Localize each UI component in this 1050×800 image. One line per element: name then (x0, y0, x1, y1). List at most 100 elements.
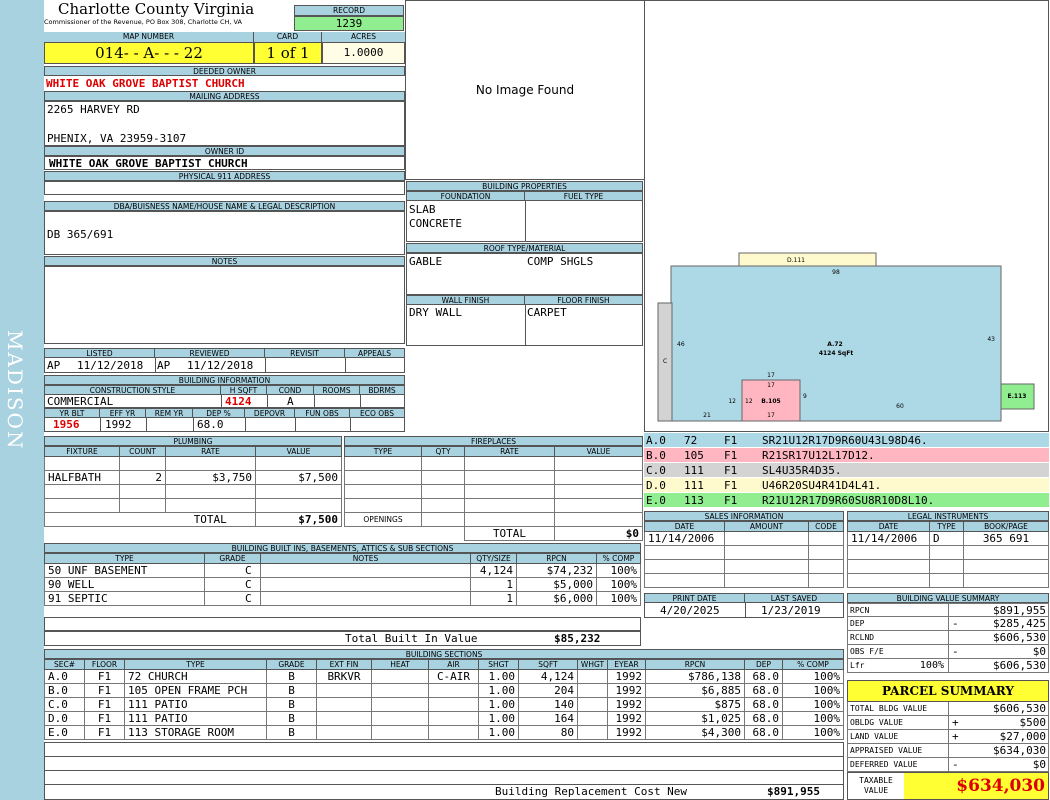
sales-date-header: DATE (644, 521, 725, 532)
acres-label: ACRES (322, 32, 405, 42)
legal-row: 11/14/2006 D 365 691 (847, 531, 1049, 546)
built-in-qty: 1 (470, 591, 517, 606)
listed-by: AP (47, 359, 61, 372)
section-floor: F1 (84, 669, 125, 684)
sketch-dim-12a: 12 (728, 398, 736, 405)
section-eyear: 1992 (607, 683, 646, 698)
section-floor: F1 (84, 711, 125, 726)
section-rpcn: $4,300 (645, 725, 745, 740)
floor-header: FLOOR (84, 659, 125, 670)
grade-header: GRADE (266, 659, 317, 670)
section-heat (371, 683, 429, 698)
section-sec: B.0 (44, 683, 85, 698)
built-in-rpcn: $6,000 (516, 591, 597, 606)
print-date-label: PRINT DATE (645, 594, 745, 602)
section-dep: 68.0 (744, 697, 783, 712)
value-summary-row: RPCN $891,955 (847, 603, 1049, 617)
parcel-summary-sign: + (952, 716, 959, 729)
fireplace-rate-header: RATE (464, 446, 555, 457)
built-in-grade: C (204, 563, 261, 578)
sketch-section-d (738, 252, 877, 268)
parcel-summary-row: DEFERRED VALUE - $0 (847, 758, 1049, 772)
parcel-summary-row: LAND VALUE + $27,000 (847, 730, 1049, 744)
section-comp: 100% (782, 669, 844, 684)
value-summary-value-cell: - $0 (948, 645, 1048, 658)
section-air: C-AIR (428, 669, 479, 684)
built-in-qty: 4,124 (470, 563, 517, 578)
print-date: 4/20/2025 (660, 604, 720, 617)
value-summary-value: $285,425 (993, 617, 1046, 630)
built-ins-total-label: Total Built In Value (345, 632, 478, 645)
plumbing-title: PLUMBING (44, 436, 342, 446)
legend-code: 111 (684, 479, 704, 492)
fireplace-qty-header: QTY (421, 446, 465, 457)
sketch-label-a: A.72 (827, 341, 842, 348)
parcel-summary-sign: + (952, 730, 959, 743)
legend-floor: F1 (724, 434, 738, 447)
section-sec: D.0 (44, 711, 85, 726)
section-shgt: 1.00 (478, 669, 519, 684)
reviewed-date: 11/12/2018 (187, 359, 254, 372)
parcel-summary-label: OBLDG VALUE (850, 718, 903, 727)
notes-box (44, 266, 405, 344)
fireplace-total-label: TOTAL (464, 526, 555, 541)
bi-qty-header: QTY/SIZE (470, 553, 517, 564)
card-label: CARD (254, 32, 322, 42)
dba-value: DB 365/691 (47, 228, 114, 241)
value-summary-value: $0 (1032, 645, 1046, 658)
value-summary-label: OBS F/E (850, 647, 884, 656)
legal-type-header: TYPE (929, 521, 964, 532)
built-in-type: 50 UNF BASEMENT (44, 563, 205, 578)
section-grade: B (266, 725, 317, 740)
parcel-summary-value: $0 (1032, 758, 1046, 771)
reviewed-label: REVIEWED (155, 349, 265, 357)
legend-vectors: R21SR17U12L17D12. (762, 449, 875, 462)
depovr-label: DEPOVR (245, 409, 295, 417)
parcel-summary-value: $634,030 (993, 744, 1046, 757)
sketch-dim-98: 98 (832, 269, 840, 276)
section-sec: C.0 (44, 697, 85, 712)
sketch-dim-17a: 17 (767, 372, 775, 379)
foundation-box: SLAB CONCRETE (406, 200, 643, 242)
sales-row: 11/14/2006 (644, 531, 844, 546)
foundation-1: SLAB (409, 203, 436, 216)
value-summary-value: $606,530 (993, 659, 1046, 672)
fuel-type-label: FUEL TYPE (525, 192, 642, 200)
section-row: D.0 F1 111 PATIO B 1.00 164 1992 $1,025 68.0 100% (44, 711, 844, 726)
parcel-summary-label: LAND VALUE (850, 732, 899, 741)
section-whgt (577, 725, 608, 740)
sales-amount-header: AMOUNT (724, 521, 809, 532)
sections-total-label: Building Replacement Cost New (495, 785, 688, 798)
parcel-summary-value-cell: + $500 (948, 716, 1048, 729)
sketch-dim-46: 46 (677, 341, 685, 348)
plumbing-table: FIXTURE COUNT RATE VALUE HALFBATH 2 $3,750 $7,… (44, 446, 342, 527)
section-rpcn: $6,885 (645, 683, 745, 698)
legend-code: 111 (684, 464, 704, 477)
roof-type: GABLE (409, 255, 443, 268)
section-rpcn: $1,025 (645, 711, 745, 726)
plumbing-value-header: VALUE (255, 446, 342, 457)
legend-vectors: R21U12R17D9R60SU8R10D8L10. (762, 494, 935, 507)
legend-code: 105 (684, 449, 704, 462)
record-label: RECORD (294, 5, 404, 16)
construction-style-label: CONSTRUCTION STYLE (45, 386, 221, 394)
parcel-summary-label: TOTAL BLDG VALUE (850, 704, 928, 713)
built-in-notes (260, 577, 471, 592)
remyr-label: REM YR (146, 409, 193, 417)
listed-date: 11/12/2018 (77, 359, 144, 372)
legend-code: 113 (684, 494, 704, 507)
heat-header: HEAT (371, 659, 429, 670)
legend-vectors: SL4U35R4D35. (762, 464, 842, 477)
section-dep: 68.0 (744, 669, 783, 684)
sec-header: SEC# (44, 659, 85, 670)
value-summary-row: OBS F/E - $0 (847, 645, 1049, 659)
cond-value: A (287, 395, 294, 408)
bdrms-label: BDRMS (360, 386, 404, 394)
plumbing-fixture: HALFBATH (44, 470, 120, 485)
effyr-label: EFF YR (100, 409, 146, 417)
parcel-summary-value: $27,000 (999, 730, 1046, 743)
sections-blank-1 (44, 742, 844, 757)
legal-bookpage: 365 691 (963, 531, 1049, 546)
sketch-label-c: C (663, 358, 667, 365)
fireplace-total: $0 (554, 526, 643, 541)
